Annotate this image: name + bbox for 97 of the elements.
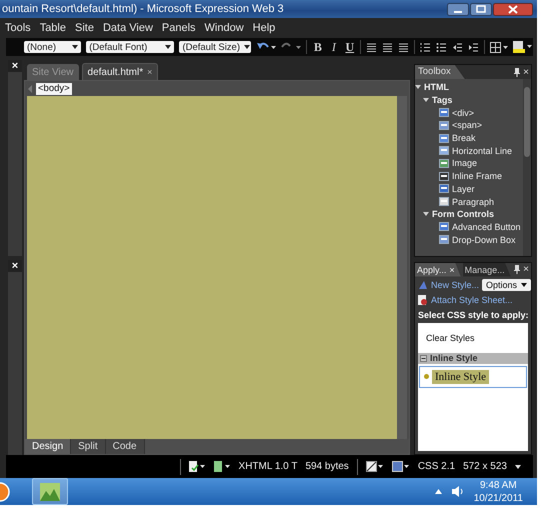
format-button[interactable]: I (328, 40, 340, 54)
application-icon (40, 482, 60, 500)
bullet-icon (424, 374, 429, 379)
dropdown[interactable]: (Default Font) (86, 41, 174, 53)
format-button[interactable]: U (344, 40, 356, 54)
style-item[interactable]: Inline Style (419, 366, 527, 388)
caret-icon (244, 45, 250, 49)
toolbox-item[interactable]: Layer (431, 182, 523, 196)
tool-icon (439, 158, 449, 168)
group-label[interactable]: HTML (424, 82, 449, 92)
close-button[interactable]: × (8, 60, 22, 72)
group-label[interactable]: Form Controls (432, 209, 494, 220)
stylesheet-icon (418, 294, 428, 304)
tool-icon (439, 184, 449, 194)
close-button[interactable]: × (523, 66, 529, 78)
menu-item[interactable]: Tools (5, 22, 31, 34)
border-icon[interactable] (490, 42, 508, 52)
panel-title: Toolbox (415, 65, 465, 79)
toolbox-item[interactable]: Image (431, 157, 523, 170)
document-icon[interactable] (214, 460, 231, 472)
doctype-label[interactable]: XHTML 1.0 T (238, 461, 298, 472)
toolbox-item[interactable]: <div> (431, 106, 523, 120)
close-button[interactable]: × (8, 260, 22, 272)
new-style-icon (418, 280, 428, 290)
style-item[interactable]: Clear Styles (418, 322, 528, 352)
dropdown[interactable]: (None) (24, 41, 82, 53)
pin-icon[interactable] (514, 265, 520, 274)
expander-icon[interactable] (423, 211, 429, 218)
tag-chip[interactable]: <body> (36, 82, 72, 94)
clock-date: 10/21/2011 (474, 492, 523, 504)
toolbox-item[interactable]: Advanced Button (431, 220, 523, 234)
expander-icon[interactable] (420, 354, 427, 362)
tray-arrow-icon[interactable] (434, 489, 442, 494)
menu-item[interactable]: Help (252, 22, 276, 34)
toolbox-item[interactable]: Break (431, 132, 523, 144)
tool-icon (439, 235, 449, 244)
pin-icon[interactable] (514, 68, 520, 76)
group-label[interactable]: Tags (432, 95, 452, 106)
highlight-icon[interactable] (512, 41, 533, 53)
toolbox-item[interactable]: Drop-Down Box (431, 233, 523, 246)
dropdown[interactable]: (Default Size) (179, 41, 252, 53)
panel-tab[interactable]: Manage... (462, 262, 511, 276)
close-button[interactable]: × (449, 264, 455, 274)
caret-icon (165, 45, 172, 49)
tool-icon (439, 134, 449, 143)
document-check-icon[interactable] (188, 460, 206, 472)
editor-tab[interactable]: default.html* × (82, 63, 158, 80)
bullet-list-icon[interactable] (436, 42, 448, 52)
caret-icon (72, 45, 78, 49)
attach-style-sheet-link[interactable]: Attach Style Sheet... (431, 294, 513, 304)
toolbox-item[interactable]: Paragraph (431, 195, 523, 208)
view-tab[interactable]: Code (106, 439, 144, 454)
maximize-icon[interactable] (470, 2, 492, 16)
menu-item[interactable]: Data View (102, 22, 153, 34)
close-icon[interactable] (493, 2, 533, 16)
caret-icon (521, 282, 528, 286)
tool-icon (439, 197, 449, 206)
tool-icon (439, 120, 449, 130)
tool-icon (439, 222, 449, 232)
toolbox-item[interactable]: <span> (431, 119, 523, 132)
minimize-icon[interactable] (447, 2, 469, 16)
indent-icon[interactable] (468, 42, 480, 52)
menu-item[interactable]: Site (74, 22, 94, 34)
toolbox-item[interactable]: Horizontal Line (431, 144, 523, 158)
style-application-icon[interactable] (392, 460, 410, 472)
section-label: Select CSS style to apply: (417, 308, 530, 322)
menu-item[interactable]: Table (40, 22, 66, 34)
options-button[interactable]: Options (482, 278, 532, 290)
tool-icon (439, 108, 449, 118)
css-version-label[interactable]: CSS 2.1 (418, 461, 456, 472)
expander-icon[interactable] (423, 97, 429, 104)
tool-icon (439, 146, 449, 156)
outdent-icon[interactable] (452, 42, 464, 52)
tool-icon (439, 172, 449, 181)
align-icon[interactable] (382, 42, 394, 52)
group-header[interactable]: Inline Style (418, 352, 528, 364)
menu-item[interactable]: Window (204, 22, 244, 34)
window-title: ountain Resort\default.html) - Microsoft Expression Web 3 (1, 3, 284, 15)
speaker-icon[interactable] (452, 486, 464, 497)
view-tab[interactable]: Design (25, 439, 72, 454)
panel-tab[interactable]: Apply... × (415, 262, 461, 276)
caret-icon[interactable] (515, 464, 521, 468)
format-button[interactable]: B (312, 40, 324, 54)
close-button[interactable]: × (147, 67, 152, 77)
toolbox-item[interactable]: Inline Frame (431, 170, 523, 182)
menu-item[interactable]: Panels (162, 22, 196, 34)
align-icon[interactable] (398, 42, 410, 52)
file-size-label: 594 bytes (305, 461, 349, 472)
numbered-list-icon[interactable] (420, 42, 432, 52)
visual-aids-icon[interactable] (366, 460, 384, 472)
clock-time: 9:48 AM (478, 478, 518, 492)
page-size-label[interactable]: 572 x 523 (463, 461, 507, 472)
align-icon[interactable] (366, 42, 378, 52)
close-button[interactable]: × (523, 264, 529, 275)
media-player-icon[interactable] (0, 482, 10, 502)
expander-icon[interactable] (415, 84, 421, 90)
new-style-link[interactable]: New Style... (431, 280, 480, 290)
